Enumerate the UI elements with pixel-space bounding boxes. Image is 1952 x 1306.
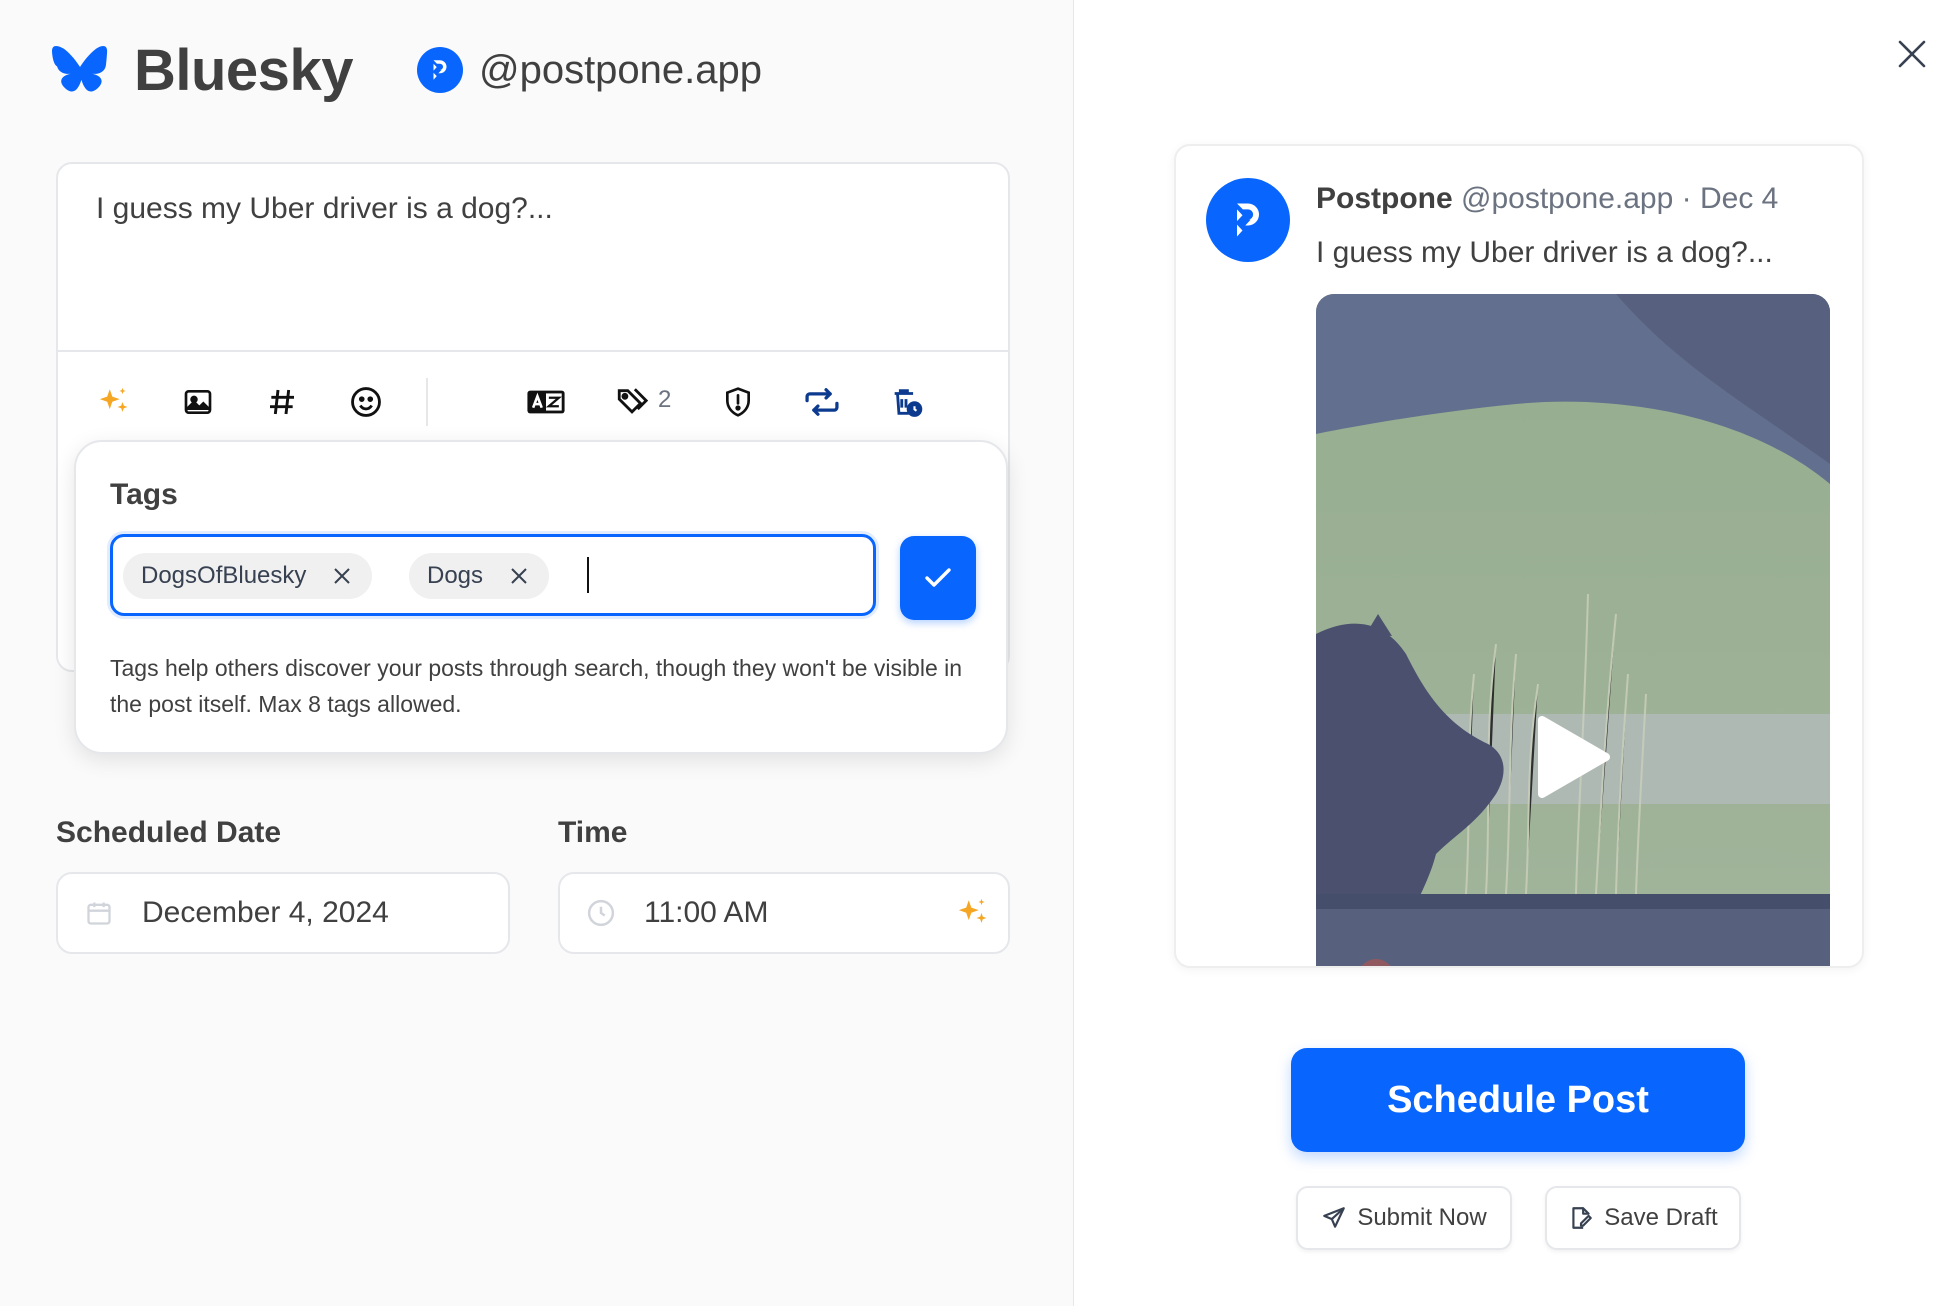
post-text-editor[interactable]: I guess my Uber driver is a dog?... xyxy=(96,192,553,226)
editor-pane: Bluesky @postpone.app I guess my Uber dr… xyxy=(0,0,1074,1306)
time-field[interactable]: 11:00 AM xyxy=(558,872,1010,954)
tags-count: 2 xyxy=(658,386,672,413)
scheduled-date-field[interactable]: December 4, 2024 xyxy=(56,872,510,954)
post-preview-card: Postpone @postpone.app · Dec 4 I guess m… xyxy=(1174,144,1864,968)
video-thumbnail xyxy=(1316,294,1830,966)
time-value: 11:00 AM xyxy=(644,896,769,929)
tags-help-text: Tags help others discover your posts thr… xyxy=(110,655,963,717)
tag-chip-label: Dogs xyxy=(427,562,484,589)
tag-chip: DogsOfBluesky xyxy=(123,553,373,599)
auto-delete-icon[interactable] xyxy=(884,380,928,424)
save-draft-label: Save Draft xyxy=(1604,1204,1718,1231)
image-icon[interactable] xyxy=(176,380,220,424)
preview-date: Dec 4 xyxy=(1699,182,1779,215)
account-selector[interactable]: @postpone.app xyxy=(416,47,763,93)
tag-icon[interactable] xyxy=(610,380,654,424)
preview-handle: @postpone.app xyxy=(1461,182,1674,215)
check-icon xyxy=(925,568,951,587)
header: Bluesky @postpone.app xyxy=(52,37,763,103)
clock-icon xyxy=(586,898,616,928)
confirm-tags-button[interactable] xyxy=(900,536,976,620)
tag-chip: Dogs xyxy=(409,553,550,599)
preview-meta: Postpone @postpone.app · Dec 4 xyxy=(1316,182,1778,216)
remove-tag-icon[interactable] xyxy=(507,564,531,588)
repost-icon[interactable] xyxy=(800,380,844,424)
schedule-post-button[interactable]: Schedule Post xyxy=(1291,1048,1745,1152)
save-draft-button[interactable]: Save Draft xyxy=(1545,1186,1741,1250)
tags-title: Tags xyxy=(110,478,178,511)
account-handle: @postpone.app xyxy=(478,47,763,92)
tag-chip-label: DogsOfBluesky xyxy=(141,562,307,589)
preview-avatar xyxy=(1206,178,1290,262)
postpone-logo-icon xyxy=(416,47,463,93)
alt-text-icon[interactable] xyxy=(524,380,568,424)
ai-sparkle-icon[interactable] xyxy=(92,380,136,424)
ai-time-sparkle-icon[interactable] xyxy=(956,896,990,935)
close-icon[interactable] xyxy=(1894,36,1930,72)
preview-video[interactable] xyxy=(1316,294,1830,966)
preview-text: I guess my Uber driver is a dog?... xyxy=(1316,236,1773,269)
preview-separator: · xyxy=(1673,182,1700,215)
tags-popover: Tags DogsOfBluesky Dogs Tags help others… xyxy=(74,440,1008,754)
calendar-icon xyxy=(84,898,114,928)
send-icon xyxy=(1321,1205,1347,1231)
draft-icon xyxy=(1568,1205,1594,1231)
postpone-logo-icon xyxy=(1237,203,1259,237)
play-icon[interactable] xyxy=(1534,714,1612,805)
scheduled-date-value: December 4, 2024 xyxy=(142,896,389,929)
scheduled-date-label: Scheduled Date xyxy=(56,816,282,849)
bluesky-butterfly-icon xyxy=(52,45,108,95)
submit-now-button[interactable]: Submit Now xyxy=(1296,1186,1512,1250)
emoji-icon[interactable] xyxy=(344,380,388,424)
remove-tag-icon[interactable] xyxy=(330,564,354,588)
toolbar-divider xyxy=(426,378,428,426)
network-name: Bluesky xyxy=(134,37,353,103)
composer-toolbar: 2 xyxy=(58,352,1008,452)
text-caret xyxy=(587,557,589,593)
submit-now-label: Submit Now xyxy=(1357,1204,1487,1231)
time-label: Time xyxy=(558,816,628,849)
preview-name: Postpone xyxy=(1316,182,1453,215)
shield-icon[interactable] xyxy=(716,380,760,424)
hashtag-icon[interactable] xyxy=(260,380,304,424)
tags-input[interactable]: DogsOfBluesky Dogs xyxy=(110,534,876,616)
